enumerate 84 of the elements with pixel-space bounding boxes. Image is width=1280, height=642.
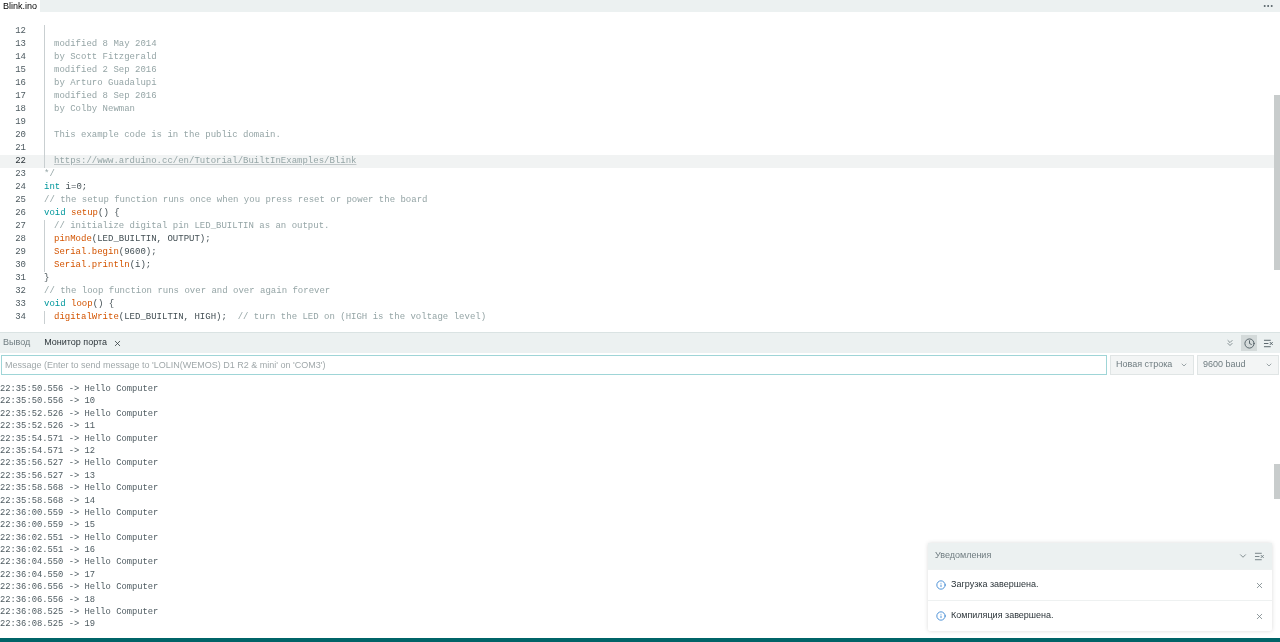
code-text: void loop() { <box>44 298 115 311</box>
code-text: by Scott Fitzgerald <box>54 51 157 64</box>
serial-output-line: 22:36:08.525 -> 19 <box>0 619 96 630</box>
line-number: 25 <box>14 194 26 207</box>
line-number: 13 <box>14 38 26 51</box>
message-field[interactable]: Message (Enter to send message to 'LOLIN(WEMOS) D1 R2 & mini' on 'COM3') <box>1 354 1107 375</box>
line-number: 12 <box>14 25 26 38</box>
autoscroll-icon[interactable] <box>1225 338 1235 348</box>
serial-output-line: 22:36:02.551 -> 16 <box>0 545 96 556</box>
line-number: 33 <box>14 298 26 311</box>
serial-output-line: 22:35:56.527 -> Hello Computer <box>0 458 159 469</box>
serial-output-line: 22:36:08.525 -> Hello Computer <box>0 607 159 618</box>
serial-output-line: 22:36:06.556 -> 18 <box>0 594 96 605</box>
serial-output-line: 22:36:06.556 -> Hello Computer <box>0 582 159 593</box>
line-number: 24 <box>14 181 26 194</box>
line-number: 30 <box>14 259 26 272</box>
code-text: // the setup function runs once when you press reset or power the board <box>44 194 428 207</box>
code-text: // the loop function runs over and over again forever <box>44 285 331 298</box>
panel-tab[interactable]: Вывод <box>0 333 34 353</box>
code-text: modified 2 Sep 2016 <box>54 64 157 77</box>
line-ending-select[interactable]: Новая строка <box>1110 354 1194 375</box>
close-icon[interactable] <box>1255 580 1264 590</box>
line-number: 15 <box>14 64 26 77</box>
code-text: } <box>44 272 50 285</box>
serial-output-line: 22:35:54.571 -> 12 <box>0 445 96 456</box>
line-number: 21 <box>14 142 26 155</box>
code-text: Serial.println(i); <box>54 259 152 272</box>
code-text: // initialize digital pin LED_BUILTIN as an output. <box>54 220 330 233</box>
file-tab[interactable]: Blink.ino <box>0 0 41 12</box>
close-icon[interactable] <box>1255 611 1264 621</box>
panel-tab[interactable]: Монитор порта <box>41 333 126 353</box>
code-text: by Colby Newman <box>54 103 135 116</box>
code-text: Serial.begin(9600); <box>54 246 157 259</box>
serial-output-line: 22:35:56.527 -> 13 <box>0 470 96 481</box>
line-number: 22 <box>14 155 26 168</box>
close-icon[interactable] <box>113 338 123 348</box>
clear-output-icon[interactable] <box>1263 337 1274 349</box>
code-text: This example code is in the public domain. <box>54 129 281 142</box>
serial-output-line: 22:35:50.556 -> 10 <box>0 396 96 407</box>
code-text: digitalWrite(LED_BUILTIN, HIGH); // turn the LED on (HIGH is the voltage level) <box>54 311 487 324</box>
notifications-title: Уведомления <box>935 549 992 563</box>
scrollbar-thumb[interactable] <box>1274 464 1280 499</box>
serial-output-line: 22:36:00.559 -> Hello Computer <box>0 507 159 518</box>
line-number: 34 <box>14 311 26 324</box>
serial-output-line: 22:36:00.559 -> 15 <box>0 520 96 531</box>
notification-text: Компиляция завершена. <box>951 609 1055 623</box>
serial-output-line: 22:35:52.526 -> Hello Computer <box>0 408 159 419</box>
line-number: 29 <box>14 246 26 259</box>
line-number: 20 <box>14 129 26 142</box>
code-text: modified 8 Sep 2016 <box>54 90 157 103</box>
code-text: void setup() { <box>44 207 120 220</box>
line-number: 17 <box>14 90 26 103</box>
collapse-icon[interactable] <box>1238 551 1248 561</box>
code-text: int i=0; <box>44 181 88 194</box>
serial-output-line: 22:35:58.568 -> 14 <box>0 495 96 506</box>
line-number: 19 <box>14 116 26 129</box>
serial-output-line: 22:36:02.551 -> Hello Computer <box>0 532 159 543</box>
code-text: modified 8 May 2014 <box>54 38 157 51</box>
code-text: https://www.arduino.cc/en/Tutorial/BuiltInExamples/Blink <box>54 155 357 168</box>
line-number: 14 <box>14 51 26 64</box>
baud-rate-select[interactable]: 9600 baud <box>1197 354 1279 375</box>
line-number: 27 <box>14 220 26 233</box>
scrollbar-thumb[interactable] <box>1274 95 1280 270</box>
line-number: 28 <box>14 233 26 246</box>
line-number: 18 <box>14 103 26 116</box>
info-icon <box>936 580 946 590</box>
serial-output-line: 22:36:04.550 -> Hello Computer <box>0 557 159 568</box>
serial-output-line: 22:35:52.526 -> 11 <box>0 421 96 432</box>
serial-output-line: 22:35:58.568 -> Hello Computer <box>0 483 159 494</box>
code-text: by Arturo Guadalupi <box>54 77 157 90</box>
timestamp-toggle[interactable] <box>1241 335 1257 351</box>
info-icon <box>936 611 946 621</box>
line-number: 16 <box>14 77 26 90</box>
code-text: */ <box>44 168 55 181</box>
serial-output-line: 22:36:04.550 -> 17 <box>0 569 96 580</box>
line-number: 26 <box>14 207 26 220</box>
serial-output-line: 22:35:54.571 -> Hello Computer <box>0 433 159 444</box>
serial-output-line: 22:35:50.556 -> Hello Computer <box>0 384 159 394</box>
notification-text: Загрузка завершена. <box>951 578 1040 592</box>
line-number: 31 <box>14 272 26 285</box>
code-text: pinMode(LED_BUILTIN, OUTPUT); <box>54 233 211 246</box>
line-number: 23 <box>14 168 26 181</box>
line-number: 32 <box>14 285 26 298</box>
clear-all-icon[interactable] <box>1254 550 1265 562</box>
